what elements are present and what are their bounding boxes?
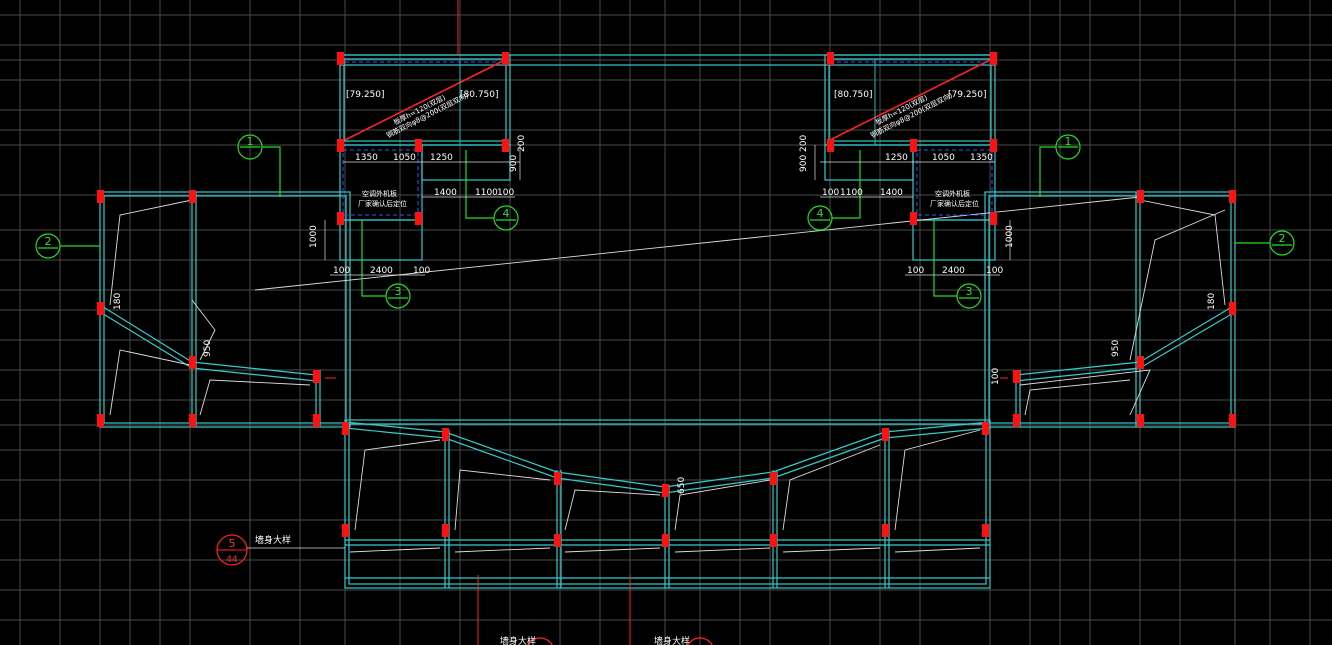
svg-text:墙身大样: 墙身大样 (654, 635, 690, 645)
column (982, 524, 989, 537)
cad-drawing-canvas[interactable]: 1 1 2 2 3 3 4 4 5 44 墙身大样 墙身大样 墙身大样 [79.… (0, 0, 1332, 645)
column (415, 212, 422, 225)
column (662, 534, 669, 547)
column (910, 139, 917, 152)
column (770, 472, 777, 485)
svg-text:1400: 1400 (880, 188, 903, 198)
column (337, 212, 344, 225)
column (337, 52, 344, 65)
column (1137, 414, 1144, 427)
svg-text:1: 1 (247, 135, 254, 148)
svg-text:100: 100 (333, 266, 350, 276)
column (313, 370, 320, 383)
svg-text:200: 200 (799, 135, 809, 152)
svg-text:100: 100 (822, 188, 839, 198)
column (827, 139, 834, 152)
column (1013, 414, 1020, 427)
svg-text:4: 4 (503, 207, 510, 220)
svg-text:900: 900 (799, 155, 809, 172)
column (1137, 190, 1144, 203)
level-right-1: [80.750] (834, 90, 873, 100)
detail-number: 5 (229, 537, 236, 550)
column (1229, 414, 1236, 427)
svg-text:950: 950 (1111, 340, 1121, 357)
svg-text:1000: 1000 (1005, 225, 1015, 248)
column (342, 524, 349, 537)
svg-text:3: 3 (395, 285, 402, 298)
svg-text:空调外机板: 空调外机板 (362, 189, 397, 198)
column (1229, 190, 1236, 203)
svg-text:1000: 1000 (309, 225, 319, 248)
svg-text:1100: 1100 (475, 188, 498, 198)
column (554, 534, 561, 547)
column (342, 422, 349, 435)
svg-text:厂家确认后定位: 厂家确认后定位 (358, 199, 407, 208)
svg-text:950: 950 (203, 340, 213, 357)
column (442, 428, 449, 441)
svg-text:100: 100 (991, 368, 1001, 385)
column (97, 190, 104, 203)
svg-text:1050: 1050 (932, 153, 955, 163)
column (910, 212, 917, 225)
svg-text:1400: 1400 (434, 188, 457, 198)
column (97, 414, 104, 427)
column (990, 139, 997, 152)
column (189, 190, 196, 203)
svg-text:1250: 1250 (430, 153, 453, 163)
column (554, 472, 561, 485)
svg-text:2: 2 (45, 235, 52, 248)
column (502, 52, 509, 65)
column (882, 524, 889, 537)
svg-text:180: 180 (1207, 293, 1217, 310)
svg-text:2400: 2400 (370, 266, 393, 276)
svg-text:1350: 1350 (970, 153, 993, 163)
column (1013, 370, 1020, 383)
column (882, 428, 889, 441)
svg-text:1250: 1250 (885, 153, 908, 163)
detail-text: 墙身大样 (255, 534, 291, 546)
column (189, 356, 196, 369)
svg-text:4: 4 (817, 207, 824, 220)
svg-text:900: 900 (509, 155, 519, 172)
svg-text:墙身大样: 墙身大样 (500, 635, 536, 645)
svg-text:100: 100 (907, 266, 924, 276)
detail-sheet: 44 (226, 555, 238, 565)
svg-text:650: 650 (677, 477, 687, 494)
column (990, 212, 997, 225)
svg-text:厂家确认后定位: 厂家确认后定位 (930, 199, 979, 208)
svg-text:2400: 2400 (942, 266, 965, 276)
column (502, 139, 509, 152)
svg-text:200: 200 (517, 135, 527, 152)
svg-text:1100: 1100 (840, 188, 863, 198)
column (189, 414, 196, 427)
svg-text:1350: 1350 (355, 153, 378, 163)
column (982, 422, 989, 435)
column (662, 484, 669, 497)
svg-text:3: 3 (966, 285, 973, 298)
svg-text:1050: 1050 (393, 153, 416, 163)
column (313, 414, 320, 427)
svg-text:100: 100 (497, 188, 514, 198)
svg-text:空调外机板: 空调外机板 (935, 189, 970, 198)
column (337, 139, 344, 152)
svg-text:100: 100 (986, 266, 1003, 276)
column (442, 524, 449, 537)
column (97, 302, 104, 315)
column (1229, 302, 1236, 315)
svg-text:2: 2 (1279, 232, 1286, 245)
column (1137, 356, 1144, 369)
svg-text:180: 180 (113, 293, 123, 310)
svg-text:1: 1 (1065, 135, 1072, 148)
column (770, 534, 777, 547)
svg-text:100: 100 (413, 266, 430, 276)
column (415, 139, 422, 152)
level-left-1: [79.250] (346, 90, 385, 100)
column (827, 52, 834, 65)
column (990, 52, 997, 65)
